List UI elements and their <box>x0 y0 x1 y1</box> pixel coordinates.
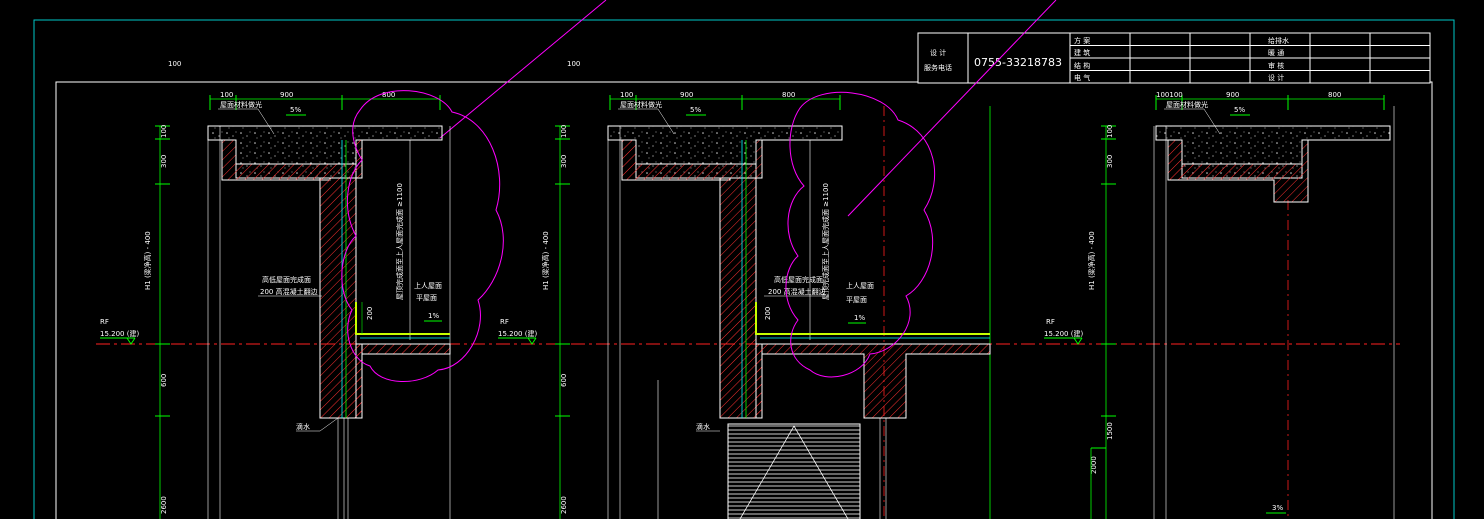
s3-vdim-1: 100 <box>1106 125 1114 138</box>
s1-slope: 5% <box>290 106 301 114</box>
s2-vdim-3: H1 (梁净高) - 400 <box>541 231 550 290</box>
s1-vdim-2: 300 <box>160 155 168 168</box>
s2-dim-top-2: 900 <box>680 91 693 99</box>
s1-vdim-5: 2600 <box>160 496 168 514</box>
s2-deck-label-2: 平屋面 <box>846 296 867 304</box>
s2-parapet-height: 200 <box>764 307 772 320</box>
s2-vdim-5: 2600 <box>560 496 568 514</box>
role-right-1: 给排水 <box>1268 36 1289 45</box>
cad-drawing: 设 计 服务电话 0755-33218783 方 案 建 筑 结 构 电 气 给… <box>33 0 1455 519</box>
s2-deck-label-1: 上人屋面 <box>846 281 874 290</box>
s1-deck-slope: 1% <box>428 312 439 320</box>
s3-dim-top-2: 900 <box>1226 91 1239 99</box>
s1-roof-note: 屋面材料做光 <box>220 100 262 109</box>
phone-number: 0755-33218783 <box>974 56 1062 69</box>
s2-parapet-note-1: 高低屋面完成面 <box>774 275 823 284</box>
section-2: 100 900 800 100 300 H1 (梁净高) - 400 600 2… <box>498 91 991 519</box>
s3-roof-note: 屋面材料做光 <box>1166 100 1208 109</box>
s3-level-mark: RF <box>1046 318 1055 326</box>
s2-roof-note: 屋面材料做光 <box>620 100 662 109</box>
title-block: 设 计 服务电话 0755-33218783 方 案 建 筑 结 构 电 气 给… <box>917 32 1431 84</box>
role-right-3: 审 核 <box>1268 61 1284 70</box>
s1-drip-note: 滴水 <box>296 422 310 431</box>
role-left-1: 方 案 <box>1074 36 1090 45</box>
role-left-3: 结 构 <box>1074 61 1090 70</box>
s1-door-note: 屋顶完成面至上人屋面完成面 ≥1100 <box>395 183 404 300</box>
s1-level-mark: RF <box>100 318 109 326</box>
s3-vdim-2: 300 <box>1106 155 1114 168</box>
s2-vdim-2: 300 <box>560 155 568 168</box>
s1-deck-label-1: 上人屋面 <box>414 281 442 290</box>
s2-dim-top-3: 800 <box>782 91 795 99</box>
s2-level-mark: RF <box>500 318 509 326</box>
s2-dim-top-1: 100 <box>620 91 633 99</box>
s1-level-value: 15.200 (建) <box>100 329 139 338</box>
s1-deck-label-2: 平屋面 <box>416 294 437 302</box>
s1-parapet-height: 200 <box>366 307 374 320</box>
section-1: 100 900 800 100 300 H1 (梁净高) - 400 600 2… <box>100 90 504 519</box>
s2-vdim-4: 600 <box>560 374 568 387</box>
s1-vdim-1: 100 <box>160 125 168 138</box>
s3-vdim-3: H1 (梁净高) - 400 <box>1087 231 1096 290</box>
s3-dim-top-1: 100100 <box>1156 91 1183 99</box>
s2-louver-panel <box>727 423 861 519</box>
section-3: 100100 900 800 100 300 H1 (梁净高) - 400 15… <box>1044 91 1395 519</box>
s2-drip-note: 滴水 <box>696 422 710 431</box>
s1-dim-top-2: 900 <box>280 91 293 99</box>
top-dim-left: 100 <box>168 60 181 68</box>
role-left-2: 建 筑 <box>1074 48 1090 57</box>
s1-dim-top-1: 100 <box>220 91 233 99</box>
s2-vdim-1: 100 <box>560 125 568 138</box>
s2-parapet-note-2: 200 高混凝土翻边 <box>768 287 826 296</box>
role-right-2: 暖 通 <box>1268 48 1284 57</box>
role-right-4: 设 计 <box>1268 73 1284 82</box>
s3-bottom-slope: 3% <box>1272 504 1283 512</box>
magenta-leader-1 <box>439 0 607 139</box>
magenta-leader-2 <box>847 0 1057 217</box>
s3-dim-top-3: 800 <box>1328 91 1341 99</box>
s3-level-value: 15.200 (建) <box>1044 329 1083 338</box>
s2-deck-slope: 1% <box>854 314 865 322</box>
s1-parapet-note-2: 200 高混凝土翻边 <box>260 287 318 296</box>
s1-parapet-note-1: 高低屋面完成面 <box>262 275 311 284</box>
top-dim-mid: 100 <box>567 60 580 68</box>
phone-label-line1: 设 计 <box>930 48 946 57</box>
phone-label-line2: 服务电话 <box>924 63 952 72</box>
role-left-4: 电 气 <box>1074 73 1090 82</box>
s3-slope: 5% <box>1234 106 1245 114</box>
s2-door-note: 屋顶完成面至上人屋面完成面 ≥1100 <box>821 183 830 300</box>
s1-vdim-3: H1 (梁净高) - 400 <box>143 231 152 290</box>
s1-vdim-4: 600 <box>160 374 168 387</box>
s2-level-value: 15.200 (建) <box>498 329 537 338</box>
s3-vdim-4: 1500 <box>1106 422 1114 440</box>
s2-slope: 5% <box>690 106 701 114</box>
